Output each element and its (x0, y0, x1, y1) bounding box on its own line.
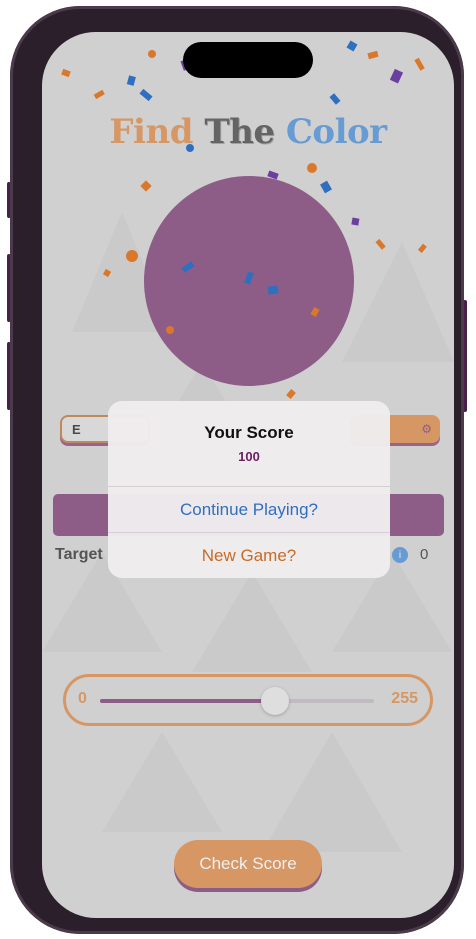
app-screen: Find The Color E ⚙ Target i 0 0 255 Chec… (42, 32, 454, 918)
alert-score: 100 (238, 449, 260, 464)
action-button (7, 182, 11, 218)
alert-title: Your Score (204, 423, 294, 442)
phone-frame: Find The Color E ⚙ Target i 0 0 255 Chec… (7, 6, 467, 934)
power-button (463, 300, 467, 412)
volume-down-button (7, 342, 11, 410)
volume-up-button (7, 254, 11, 322)
new-game-button[interactable]: New Game? (108, 532, 390, 578)
dynamic-island (183, 42, 313, 78)
continue-playing-button[interactable]: Continue Playing? (108, 486, 390, 533)
score-alert: Your Score 100 Continue Playing? New Gam… (108, 401, 390, 578)
